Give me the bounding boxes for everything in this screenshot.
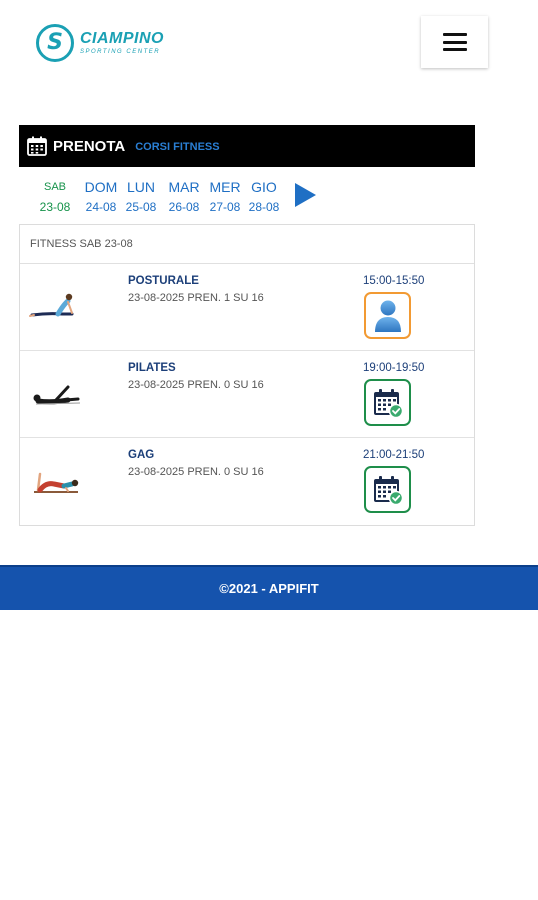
course-list-panel: FITNESS SAB 23-08 POSTURALE 23-08-2025 P… bbox=[19, 224, 475, 526]
day-name: GIO bbox=[251, 179, 277, 195]
section-header: PRENOTA CORSI FITNESS bbox=[19, 125, 475, 167]
gag-exercise-image bbox=[34, 472, 79, 493]
book-button[interactable] bbox=[364, 379, 411, 426]
brand-logo[interactable]: S CIAMPINO SPORTING CENTER bbox=[36, 24, 164, 62]
day-tab-mer[interactable]: MER 27-08 bbox=[203, 176, 247, 214]
day-date: 25-08 bbox=[125, 200, 157, 214]
logo-emblem-icon: S bbox=[36, 24, 74, 62]
course-row-pilates: PILATES 23-08-2025 PREN. 0 SU 16 19:00-1… bbox=[20, 351, 474, 438]
booked-button[interactable] bbox=[364, 292, 411, 339]
day-name: MER bbox=[209, 179, 241, 195]
posturale-exercise-image bbox=[29, 293, 74, 317]
course-row-gag: GAG 23-08-2025 PREN. 0 SU 16 21:00-21:50 bbox=[20, 438, 474, 525]
logo-letter: S bbox=[47, 30, 63, 55]
calendar-check-icon bbox=[373, 388, 403, 418]
day-date: 24-08 bbox=[85, 200, 117, 214]
day-name: SAB bbox=[43, 181, 66, 193]
day-selector: SAB 23-08 DOM 24-08 LUN 25-08 MAR 26-08 … bbox=[36, 176, 326, 224]
day-tab-gio[interactable]: GIO 28-08 bbox=[242, 176, 286, 214]
next-days-arrow-icon[interactable] bbox=[295, 183, 316, 207]
day-name: MAR bbox=[168, 179, 200, 195]
day-tab-dom[interactable]: DOM 24-08 bbox=[79, 176, 123, 214]
logo-name: CIAMPINO bbox=[80, 30, 164, 47]
footer: ©2021 - APPIFIT bbox=[0, 565, 538, 610]
page-title: PRENOTA bbox=[53, 137, 126, 155]
course-time: 21:00-21:50 bbox=[363, 449, 425, 461]
footer-copyright: ©2021 - APPIFIT bbox=[219, 581, 319, 596]
course-booking-info: 23-08-2025 PREN. 0 SU 16 bbox=[128, 379, 264, 391]
course-row-posturale: POSTURALE 23-08-2025 PREN. 1 SU 16 15:00… bbox=[20, 264, 474, 351]
course-list-heading: FITNESS SAB 23-08 bbox=[20, 225, 474, 264]
course-booking-info: 23-08-2025 PREN. 1 SU 16 bbox=[128, 292, 264, 304]
day-tab-lun[interactable]: LUN 25-08 bbox=[119, 176, 163, 214]
day-date: 28-08 bbox=[248, 200, 280, 214]
day-date: 23-08 bbox=[39, 200, 71, 214]
person-icon bbox=[374, 300, 401, 332]
course-name: POSTURALE bbox=[128, 275, 199, 287]
calendar-check-icon bbox=[373, 475, 403, 505]
menu-button[interactable] bbox=[421, 16, 488, 68]
day-tab-sab[interactable]: SAB 23-08 bbox=[33, 176, 77, 214]
course-name: PILATES bbox=[128, 362, 176, 374]
day-date: 27-08 bbox=[209, 200, 241, 214]
course-name: GAG bbox=[128, 449, 155, 461]
calendar-icon bbox=[27, 136, 47, 156]
course-time: 15:00-15:50 bbox=[363, 275, 425, 287]
day-name: DOM bbox=[84, 179, 118, 195]
book-button[interactable] bbox=[364, 466, 411, 513]
hamburger-icon bbox=[442, 33, 467, 51]
day-tab-mar[interactable]: MAR 26-08 bbox=[162, 176, 206, 214]
logo-subtitle: SPORTING CENTER bbox=[80, 49, 161, 55]
course-booking-info: 23-08-2025 PREN. 0 SU 16 bbox=[128, 466, 264, 478]
day-date: 26-08 bbox=[168, 200, 200, 214]
pilates-exercise-image bbox=[33, 385, 81, 405]
logo-text: CIAMPINO SPORTING CENTER bbox=[80, 30, 164, 56]
day-name: LUN bbox=[126, 179, 155, 195]
course-time: 19:00-19:50 bbox=[363, 362, 425, 374]
page-subtitle: CORSI FITNESS bbox=[135, 141, 220, 153]
